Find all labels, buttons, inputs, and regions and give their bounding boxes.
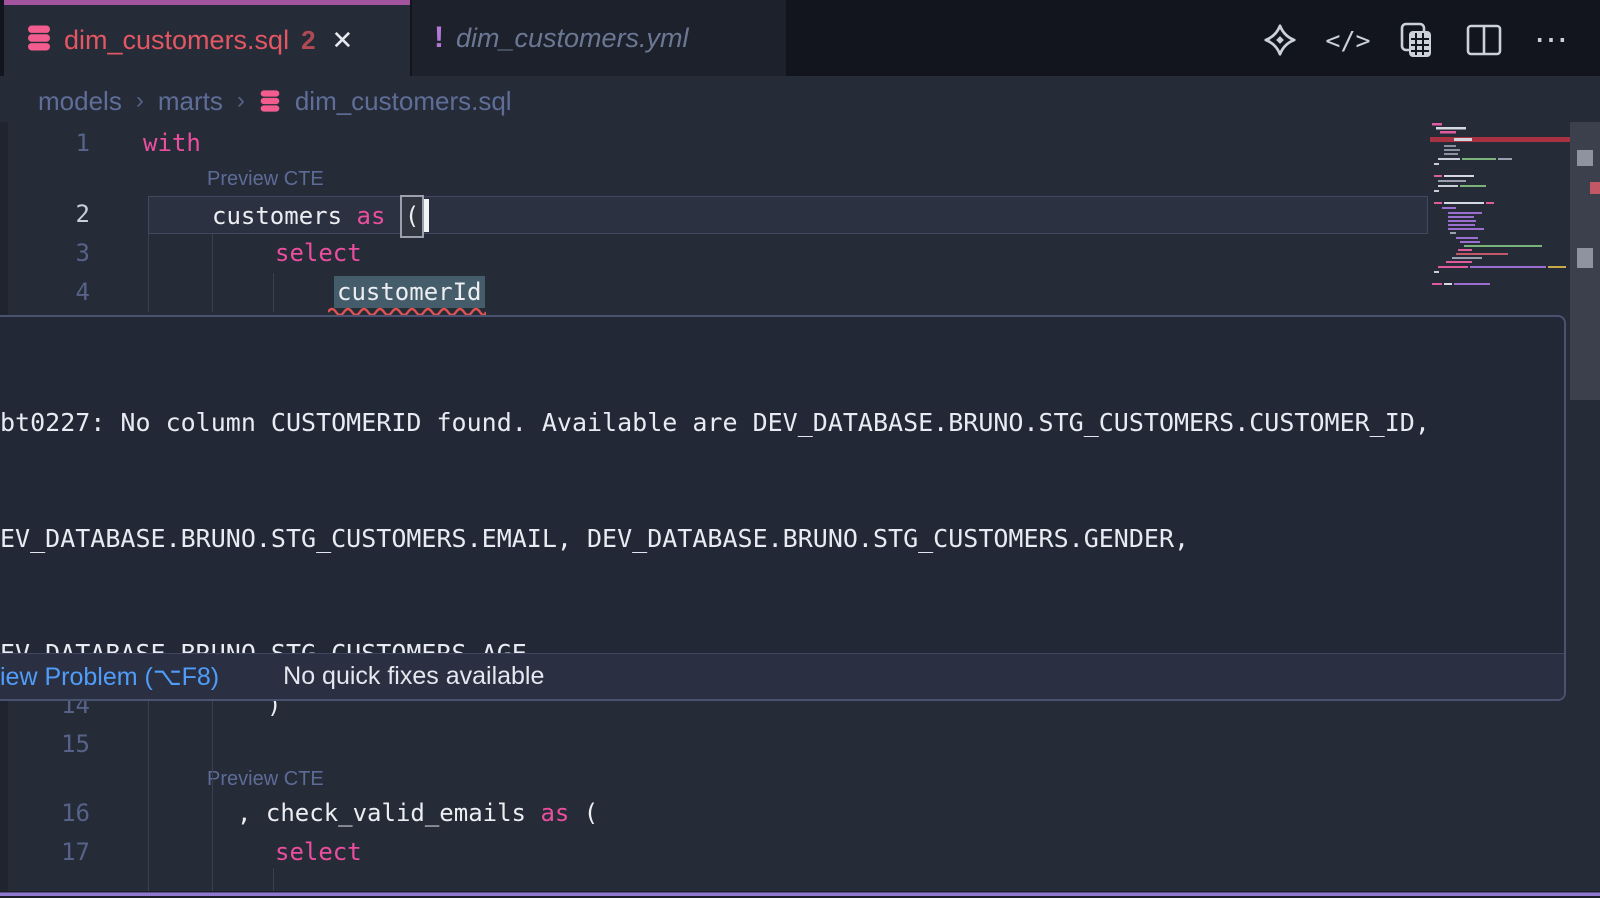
code-line-2[interactable]: 2 customers as ( [0,195,1430,234]
keyword-with: with [143,129,201,157]
query-results-icon[interactable] [1394,20,1438,60]
split-editor-icon[interactable] [1462,20,1506,60]
database-icon [26,24,52,57]
line-number: 16 [0,794,90,833]
scrollbar-marker [1577,248,1593,268]
indent-guide [148,701,149,891]
code-line-15[interactable]: 15 [0,725,1430,764]
tab-bar: dim_customers.sql 2 ✕ ! dim_customers.ym… [0,0,1600,76]
bottom-accent-line [0,892,1600,896]
tab-problem-badge: 2 [301,25,315,56]
tab-dim-customers-yml[interactable]: ! dim_customers.yml [412,0,786,76]
identifier-customers: customers [212,202,357,230]
no-quick-fixes-label: No quick fixes available [283,662,544,691]
breadcrumb: models › marts › dim_customers.sql [38,80,512,122]
line-number: 1 [0,124,90,163]
identifier-check-valid-emails: , check_valid_emails [237,799,540,827]
text-cursor [424,199,429,232]
indent-guide [148,234,149,312]
line-number: 2 [0,195,90,234]
line-number: 3 [0,234,90,273]
code-line-3[interactable]: 3 select [0,234,1430,273]
dbt-power-user-icon[interactable] [1258,20,1302,60]
more-actions-icon[interactable]: ⋯ [1530,20,1574,60]
chevron-right-icon: › [136,87,144,115]
database-icon [259,89,281,113]
window-bottom-edge [0,891,1600,898]
scrollbar-error-marker [1590,182,1600,194]
codelens-preview-cte[interactable]: Preview CTE [207,768,324,791]
code-line-4[interactable]: 4 customerId [0,273,1430,312]
keyword-select: select [275,838,362,866]
tab-dim-customers-sql[interactable]: dim_customers.sql 2 ✕ [4,0,410,76]
tab-label: dim_customers.sql [64,25,289,56]
keyword-select: select [275,239,362,267]
keyword-as: as [357,202,386,230]
hover-status-bar: iew Problem (⌥F8) No quick fixes availab… [0,653,1564,699]
keyword-as: as [540,799,569,827]
line-number: 17 [0,833,90,872]
warning-icon: ! [434,21,444,55]
line-number: 4 [0,273,90,312]
scrollbar[interactable] [1570,122,1600,400]
editor-window: dim_customers.sql 2 ✕ ! dim_customers.ym… [0,0,1600,898]
indent-guide [273,273,274,312]
tab-label: dim_customers.yml [456,23,689,54]
breadcrumb-models[interactable]: models [38,86,122,117]
code-line-17[interactable]: 17 select [0,833,1430,872]
code-line-1[interactable]: 1 with [0,124,1430,163]
error-hover-tooltip: bt0227: No column CUSTOMERID found. Avai… [0,315,1566,701]
line-number: 15 [0,725,90,764]
error-message-block-1: bt0227: No column CUSTOMERID found. Avai… [0,317,1564,701]
code-line-16[interactable]: 16 , check_valid_emails as ( [0,794,1430,833]
error-squiggle [328,306,486,315]
editor-actions: </> ⋯ [1258,18,1574,62]
error-text: EV_DATABASE.BRUNO.STG_CUSTOMERS.EMAIL, D… [0,520,1554,559]
close-icon[interactable]: ✕ [332,25,354,56]
error-text: bt0227: No column CUSTOMERID found. Avai… [0,404,1554,443]
view-problem-link[interactable]: iew Problem (⌥F8) [0,662,219,692]
breadcrumb-marts[interactable]: marts [158,86,223,117]
indent-guide [273,868,274,891]
indent-guide [212,234,213,312]
open-code-icon[interactable]: </> [1326,20,1370,60]
breadcrumb-file[interactable]: dim_customers.sql [295,86,512,117]
matched-bracket: ( [400,195,424,238]
error-word-customerid: customerId [334,276,485,308]
chevron-right-icon: › [237,87,245,115]
indent-guide [212,701,213,891]
scrollbar-marker [1577,150,1593,166]
codelens-preview-cte[interactable]: Preview CTE [207,168,324,191]
